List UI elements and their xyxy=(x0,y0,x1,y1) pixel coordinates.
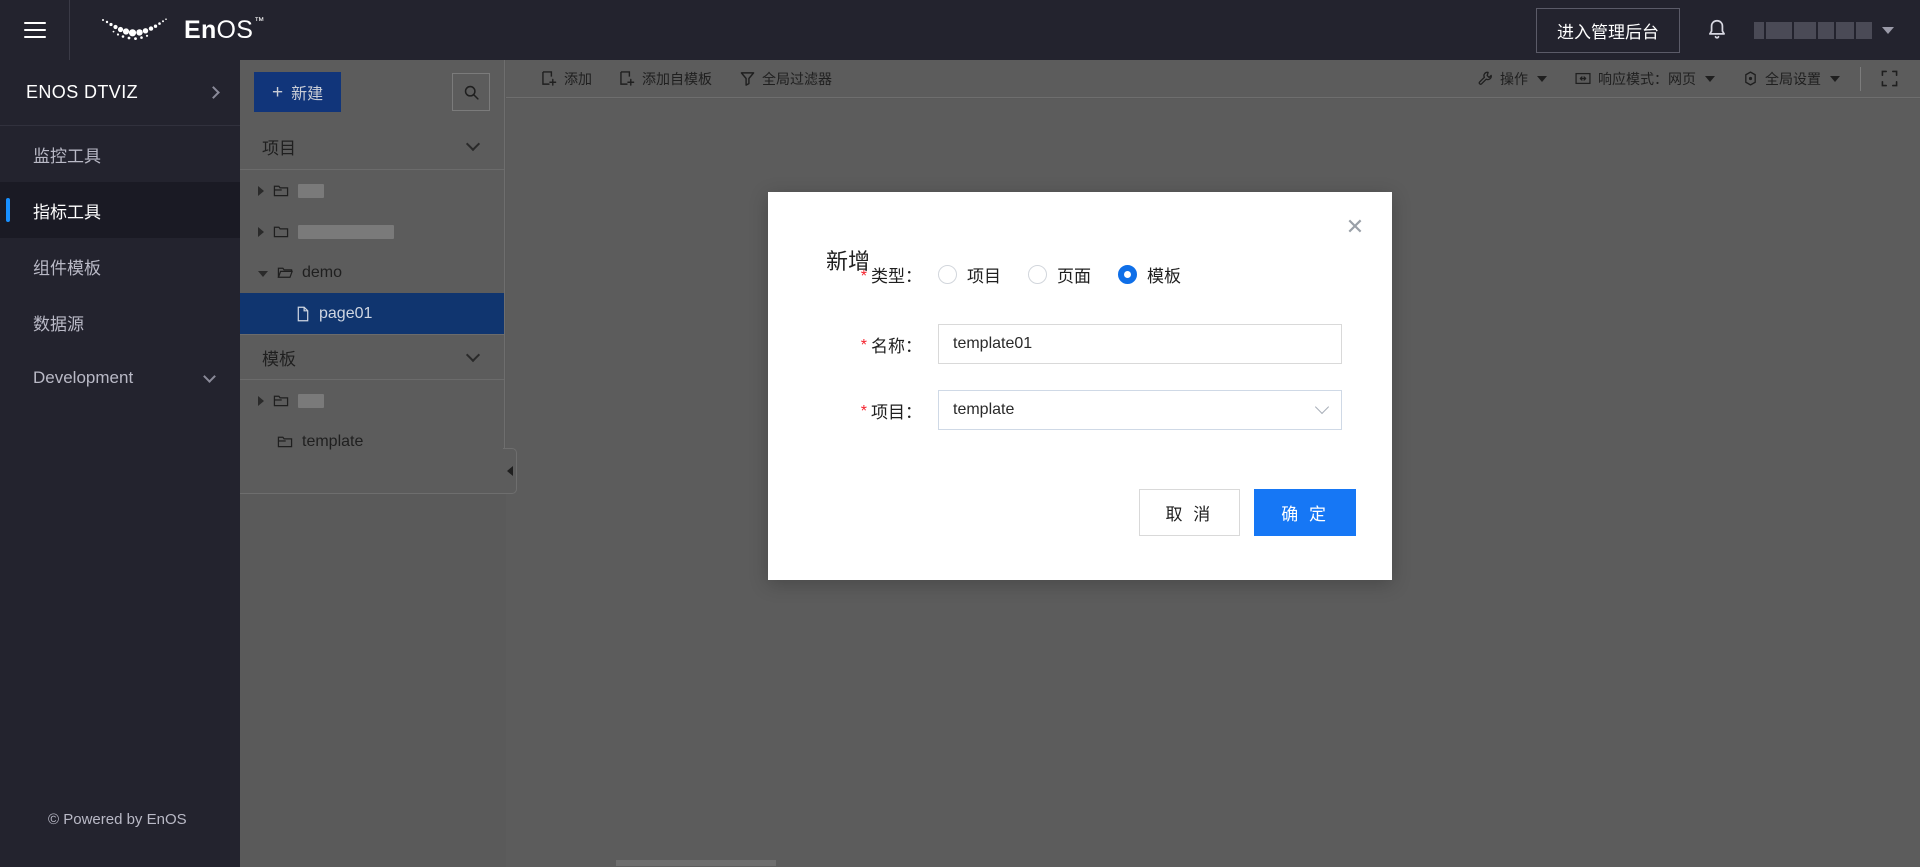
required-marker: * xyxy=(860,267,867,285)
project-field-label: * 项目： xyxy=(768,398,938,423)
radio-option-page[interactable]: 页面 xyxy=(1028,262,1091,287)
radio-dot-icon xyxy=(1118,265,1137,284)
radio-dot-icon xyxy=(938,265,957,284)
collapse-arrow-glyph xyxy=(506,466,513,476)
radio-label: 模板 xyxy=(1147,267,1181,286)
radio-label: 页面 xyxy=(1057,267,1091,286)
radio-option-template[interactable]: 模板 xyxy=(1118,262,1181,287)
cancel-button[interactable]: 取 消 xyxy=(1138,489,1241,536)
name-input[interactable] xyxy=(938,324,1342,364)
type-field-label: * 类型： xyxy=(768,262,938,287)
project-select-value: template xyxy=(953,401,1015,418)
type-label-text: 类型： xyxy=(871,267,922,286)
form-row-type: * 类型： 项目 页面 模板 xyxy=(768,262,1392,287)
form-row-name: * 名称： xyxy=(768,324,1392,364)
dialog-footer: 取 消 确 定 xyxy=(1138,489,1356,536)
collapse-left-icon[interactable] xyxy=(503,448,517,494)
radio-dot-icon xyxy=(1028,265,1047,284)
project-label-text: 项目： xyxy=(871,402,922,422)
form-row-project: * 项目： template xyxy=(768,390,1392,430)
close-icon[interactable]: ✕ xyxy=(1338,210,1372,244)
type-radio-group: 项目 页面 模板 xyxy=(938,262,1181,287)
name-field-label: * 名称： xyxy=(768,332,938,357)
chevron-down-icon xyxy=(1314,399,1330,415)
project-select[interactable]: template xyxy=(938,390,1342,430)
name-label-text: 名称： xyxy=(871,336,922,356)
required-marker: * xyxy=(860,403,867,420)
add-dialog: 新增 ✕ * 类型： 项目 页面 模板 * 名称： template01 * 项… xyxy=(768,192,1392,580)
confirm-button[interactable]: 确 定 xyxy=(1254,489,1356,536)
radio-option-project[interactable]: 项目 xyxy=(938,262,1001,287)
radio-label: 项目 xyxy=(967,267,1001,286)
required-marker: * xyxy=(860,337,867,354)
